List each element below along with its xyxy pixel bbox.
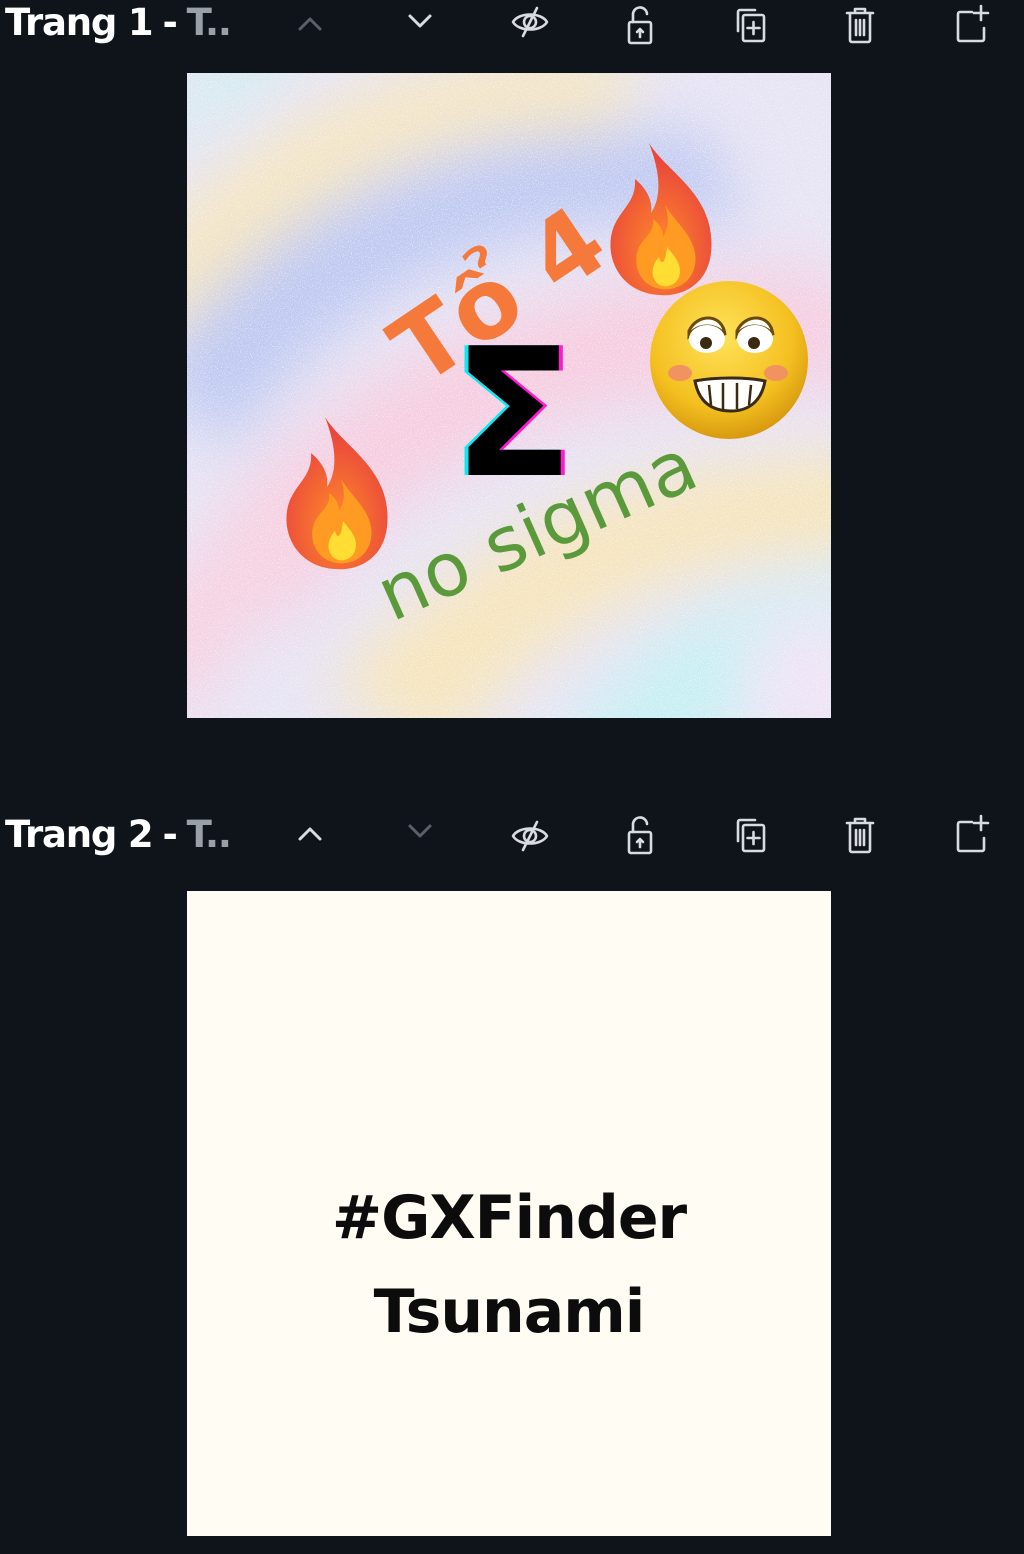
eye-slash-icon <box>511 820 549 852</box>
page-1-duplicate-button[interactable] <box>718 0 782 48</box>
page-2-line-1: #GXFinder <box>331 1183 687 1253</box>
page-2-lock-button[interactable] <box>608 810 672 858</box>
unlock-icon <box>627 816 653 855</box>
page-2-hide-button[interactable] <box>498 810 562 858</box>
add-page-icon <box>956 4 990 43</box>
page-2-header: Trang 2 - T.. <box>0 810 1024 858</box>
page-1-delete-button[interactable] <box>828 0 892 48</box>
page-1-title[interactable]: Trang 1 - T.. <box>5 0 232 46</box>
trash-icon <box>845 817 875 854</box>
page-2-subtitle: T.. <box>186 812 232 856</box>
duplicate-icon <box>736 818 766 853</box>
page-1-subtitle: T.. <box>186 0 232 44</box>
chevron-down-icon <box>408 824 432 838</box>
page-1-hide-button[interactable] <box>498 0 562 48</box>
page-2-add-page-button[interactable] <box>938 810 1002 858</box>
page-2-title[interactable]: Trang 2 - T.. <box>5 810 232 858</box>
page-2-delete-button[interactable] <box>828 810 892 858</box>
page-1-header: Trang 1 - T.. <box>0 0 1024 48</box>
page-1-move-down-button[interactable] <box>388 0 452 48</box>
chevron-down-icon <box>408 14 432 28</box>
add-page-icon <box>956 814 990 853</box>
page-2-separator: - <box>162 812 177 856</box>
unlock-icon <box>627 6 653 45</box>
page-1-separator: - <box>162 0 177 44</box>
page-1-canvas: Tổ 4 Σ Σ Σ no sigma <box>187 73 831 718</box>
page-2-duplicate-button[interactable] <box>718 810 782 858</box>
page-2-text-block: #GXFinder Tsunami <box>187 1171 831 1359</box>
grinning-face-emoji <box>650 281 808 439</box>
page-2-line-2: Tsunami <box>373 1277 646 1347</box>
chevron-up-icon <box>298 17 322 31</box>
page-2-move-down-button[interactable] <box>388 810 452 858</box>
page-2-name: Trang 2 <box>5 812 154 856</box>
page-2-move-up-button[interactable] <box>278 810 342 858</box>
page-1-name: Trang 1 <box>5 0 154 44</box>
page-1-thumbnail[interactable]: Tổ 4 Σ Σ Σ no sigma <box>187 73 831 718</box>
page-1-lock-button[interactable] <box>608 0 672 48</box>
trash-icon <box>845 7 875 44</box>
duplicate-icon <box>736 8 766 43</box>
page-1-add-page-button[interactable] <box>938 0 1002 48</box>
page-2-thumbnail[interactable]: #GXFinder Tsunami <box>187 891 831 1536</box>
page-1-move-up-button[interactable] <box>278 0 342 48</box>
chevron-up-icon <box>298 827 322 841</box>
eye-slash-icon <box>511 6 549 38</box>
